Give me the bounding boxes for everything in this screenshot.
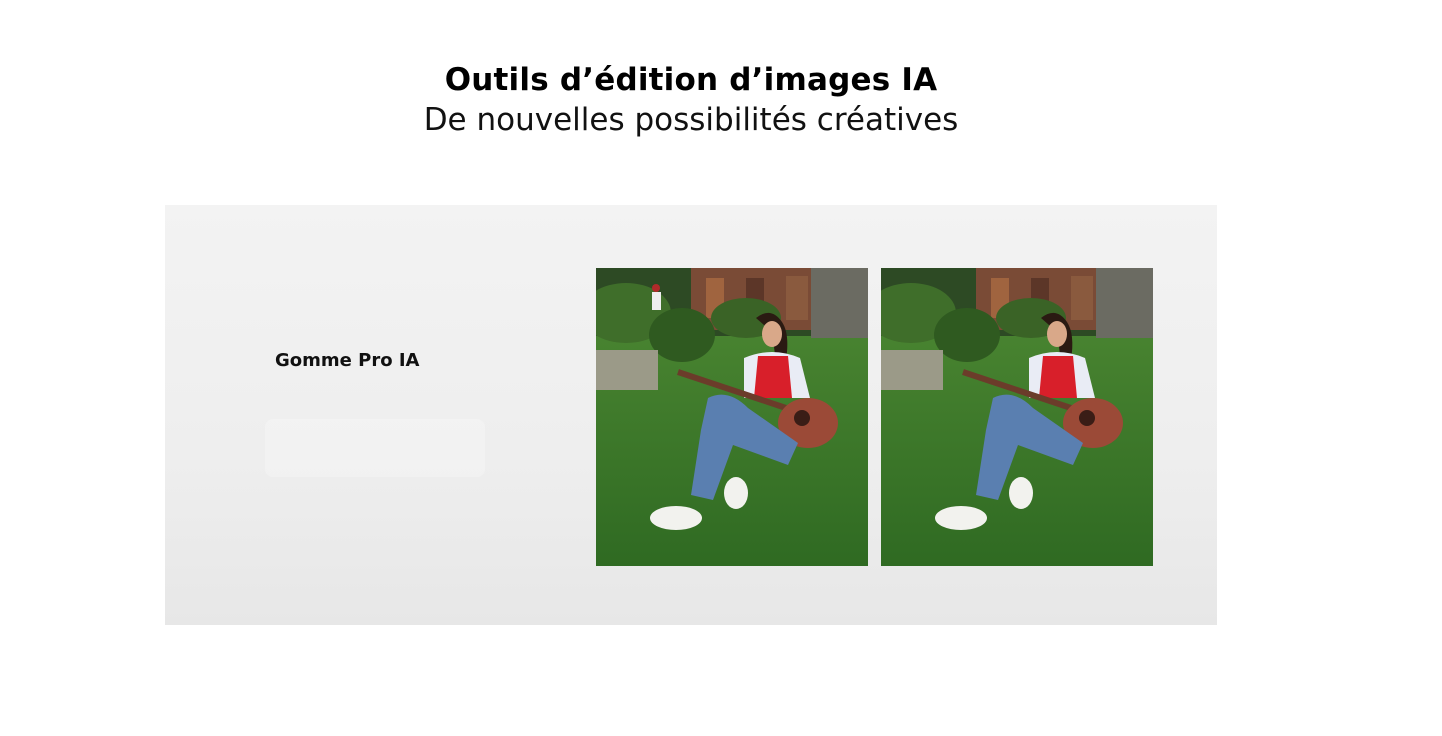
background-person bbox=[652, 284, 661, 310]
photo-after bbox=[881, 268, 1153, 566]
secondary-feature-tab[interactable] bbox=[265, 419, 485, 477]
photo-before-image bbox=[596, 268, 868, 566]
header: Outils d’édition d’images IA De nouvelle… bbox=[0, 60, 1382, 140]
photo-after-image bbox=[881, 268, 1153, 566]
feature-card: Gomme Pro IA bbox=[165, 205, 1217, 625]
page-subtitle: De nouvelles possibilités créatives bbox=[423, 102, 959, 138]
photo-before bbox=[596, 268, 868, 566]
feature-label[interactable]: Gomme Pro IA bbox=[275, 350, 419, 371]
page-title: Outils d’édition d’images IA bbox=[444, 62, 938, 98]
